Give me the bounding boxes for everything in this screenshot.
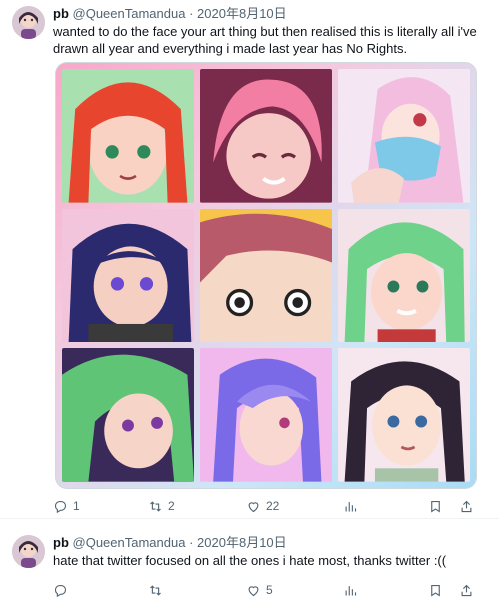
art-tile bbox=[338, 69, 470, 203]
separator: · bbox=[189, 6, 194, 21]
separator: · bbox=[189, 535, 194, 550]
user-handle[interactable]: @QueenTamandua bbox=[73, 6, 186, 21]
tweet[interactable]: pb @QueenTamandua · 2020年8月10日 wanted to… bbox=[0, 0, 499, 519]
views-icon bbox=[345, 501, 357, 511]
art-tile bbox=[200, 208, 332, 343]
bookmark-icon bbox=[431, 500, 440, 513]
art-tile bbox=[62, 69, 194, 203]
bookmark-button[interactable] bbox=[428, 581, 443, 599]
like-count: 22 bbox=[266, 499, 280, 513]
retweet-button[interactable]: 2 bbox=[148, 497, 175, 515]
views-button[interactable] bbox=[343, 581, 358, 599]
retweet-button[interactable] bbox=[148, 581, 168, 599]
reply-button[interactable]: 1 bbox=[53, 497, 80, 515]
tweet-text: hate that twitter focused on all the one… bbox=[53, 553, 447, 568]
views-button[interactable] bbox=[343, 497, 358, 515]
art-tile bbox=[338, 208, 470, 343]
art-tile bbox=[338, 348, 470, 482]
like-count: 5 bbox=[266, 583, 273, 597]
retweet-icon bbox=[150, 500, 161, 512]
tweet-text: wanted to do the face your art thing but… bbox=[53, 24, 477, 56]
reply-button[interactable] bbox=[53, 581, 73, 599]
art-grid bbox=[62, 69, 470, 482]
tweet-actions: 1 2 22 bbox=[53, 497, 487, 515]
avatar[interactable] bbox=[12, 6, 45, 39]
tweet-content: pb @QueenTamandua · 2020年8月10日 hate that… bbox=[53, 535, 487, 569]
art-tile bbox=[200, 348, 332, 482]
tweet-date[interactable]: 2020年8月10日 bbox=[197, 535, 287, 550]
like-button[interactable]: 5 bbox=[246, 581, 273, 599]
tweet-actions: 5 bbox=[53, 581, 487, 599]
art-tile bbox=[62, 208, 194, 343]
user-handle[interactable]: @QueenTamandua bbox=[73, 535, 186, 550]
retweet-count: 2 bbox=[168, 499, 175, 513]
tweet-date[interactable]: 2020年8月10日 bbox=[197, 6, 287, 21]
display-name[interactable]: pb bbox=[53, 6, 69, 21]
views-icon bbox=[345, 585, 357, 595]
reply-count: 1 bbox=[73, 499, 80, 513]
share-button[interactable] bbox=[459, 497, 474, 515]
bookmark-button[interactable] bbox=[428, 497, 443, 515]
retweet-icon bbox=[150, 584, 161, 596]
like-button[interactable]: 22 bbox=[246, 497, 279, 515]
tweet[interactable]: pb @QueenTamandua · 2020年8月10日 hate that… bbox=[0, 519, 499, 600]
like-icon bbox=[248, 501, 259, 512]
share-icon bbox=[461, 584, 472, 596]
bookmark-icon bbox=[431, 584, 440, 597]
tweet-header: pb @QueenTamandua · 2020年8月10日 bbox=[53, 535, 487, 551]
display-name[interactable]: pb bbox=[53, 535, 69, 550]
reply-icon bbox=[54, 500, 67, 513]
art-tile bbox=[200, 69, 332, 203]
tweet-header: pb @QueenTamandua · 2020年8月10日 bbox=[53, 6, 487, 22]
share-icon bbox=[461, 500, 472, 512]
reply-icon bbox=[54, 584, 67, 597]
avatar[interactable] bbox=[12, 535, 45, 568]
tweet-media-image[interactable] bbox=[55, 62, 477, 489]
art-tile bbox=[62, 348, 194, 482]
share-button[interactable] bbox=[459, 581, 474, 599]
like-icon bbox=[248, 585, 259, 596]
tweet-content: pb @QueenTamandua · 2020年8月10日 wanted to… bbox=[53, 6, 487, 57]
